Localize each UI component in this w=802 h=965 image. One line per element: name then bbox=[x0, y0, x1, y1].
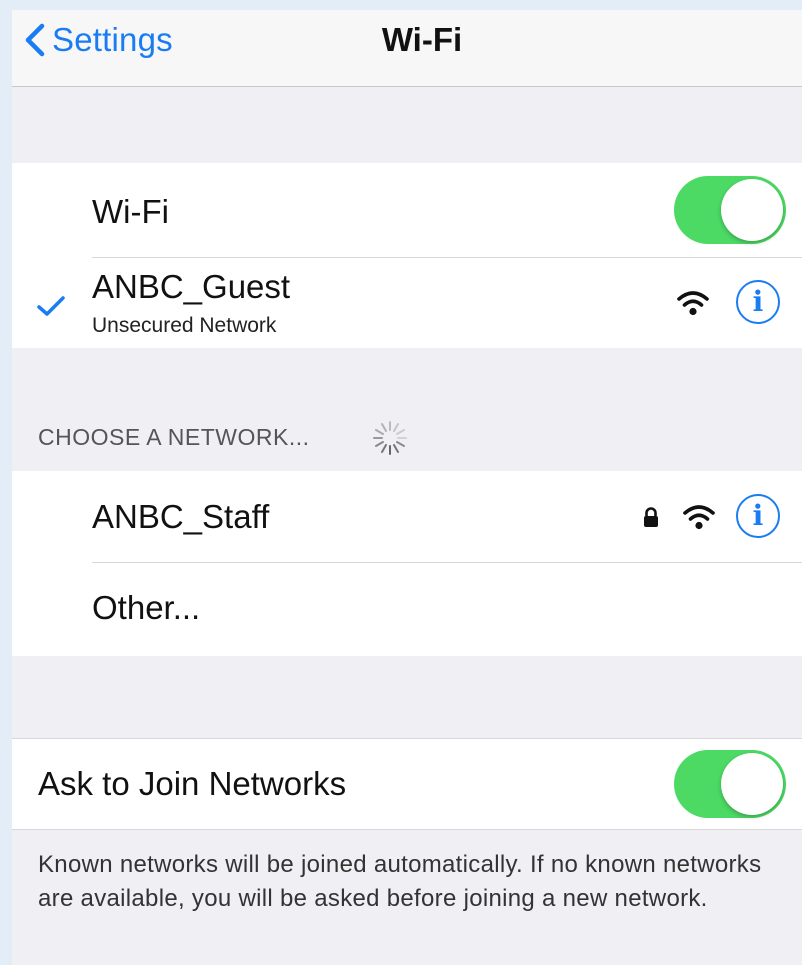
wifi-group: Wi-Fi ANBC_Guest Unsecured Network i bbox=[12, 163, 802, 348]
connected-network-subtitle: Unsecured Network bbox=[92, 314, 277, 337]
network-info-icon[interactable]: i bbox=[736, 494, 780, 538]
networks-group: ANBC_Staff i Other... bbox=[12, 471, 802, 656]
page-title: Wi-Fi bbox=[381, 21, 463, 58]
ask-to-join-toggle[interactable] bbox=[674, 750, 786, 818]
wifi-toggle-row: Wi-Fi bbox=[12, 163, 802, 257]
wifi-label: Wi-Fi bbox=[92, 193, 169, 230]
toggle-knob bbox=[721, 179, 783, 241]
checkmark-icon bbox=[37, 296, 65, 316]
ask-to-join-label: Ask to Join Networks bbox=[38, 765, 347, 802]
navigation-bar: Settings Wi-Fi bbox=[12, 10, 802, 87]
connected-network-row[interactable]: ANBC_Guest Unsecured Network i bbox=[12, 258, 802, 348]
other-network-row[interactable]: Other... bbox=[12, 563, 802, 656]
ask-to-join-description: Known networks will be joined automatica… bbox=[38, 851, 762, 912]
network-info-icon[interactable]: i bbox=[736, 280, 780, 324]
screen: Settings Wi-Fi Wi-Fi ANBC_Guest Unsecure… bbox=[12, 10, 802, 965]
choose-network-header: CHOOSE A NETWORK... bbox=[38, 424, 310, 450]
connected-network-name: ANBC_Guest bbox=[92, 268, 291, 305]
wifi-toggle[interactable] bbox=[674, 176, 786, 244]
wifi-signal-icon bbox=[677, 291, 709, 316]
toggle-knob bbox=[721, 753, 783, 815]
lock-icon bbox=[644, 507, 658, 527]
network-row[interactable]: ANBC_Staff i bbox=[12, 471, 802, 562]
ask-to-join-group: Ask to Join Networks bbox=[12, 738, 802, 830]
loading-spinner-icon bbox=[373, 421, 407, 455]
other-network-label: Other... bbox=[92, 589, 201, 626]
network-name: ANBC_Staff bbox=[92, 498, 270, 535]
wifi-signal-icon bbox=[683, 505, 715, 530]
